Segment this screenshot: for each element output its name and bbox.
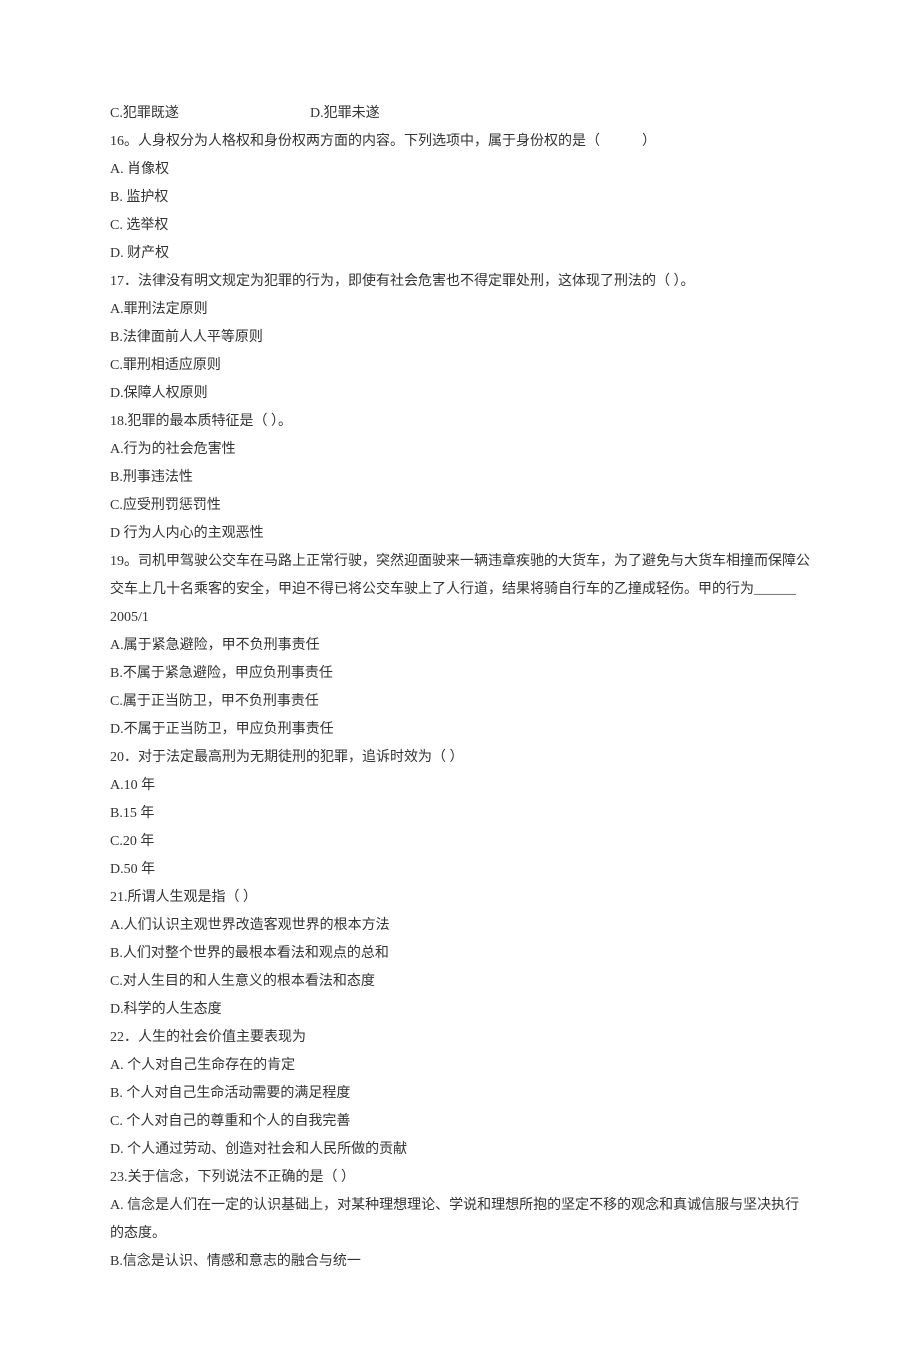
- q21-option-d: D.科学的人生态度: [110, 996, 810, 1024]
- q18-option-b: B.刑事违法性: [110, 464, 810, 492]
- q22-option-b: B. 个人对自己生命活动需要的满足程度: [110, 1080, 810, 1108]
- q21-option-c: C.对人生目的和人生意义的根本看法和态度: [110, 968, 810, 996]
- q16-option-a: A. 肖像权: [110, 156, 810, 184]
- q17-option-a: A.罪刑法定原则: [110, 296, 810, 324]
- q20-option-a: A.10 年: [110, 772, 810, 800]
- q16-stem: 16。人身权分为人格权和身份权两方面的内容。下列选项中，属于身份权的是（ ）: [110, 128, 810, 156]
- q18-option-d: D 行为人内心的主观恶性: [110, 520, 810, 548]
- q19-option-a: A.属于紧急避险，甲不负刑事责任: [110, 632, 810, 660]
- q23-option-b: B.信念是认识、情感和意志的融合与统一: [110, 1248, 810, 1276]
- q22-option-a: A. 个人对自己生命存在的肯定: [110, 1052, 810, 1080]
- q20-option-b: B.15 年: [110, 800, 810, 828]
- q17-stem: 17．法律没有明文规定为犯罪的行为，即使有社会危害也不得定罪处刑，这体现了刑法的…: [110, 268, 810, 296]
- q22-stem: 22．人生的社会价值主要表现为: [110, 1024, 810, 1052]
- q21-option-a: A.人们认识主观世界改造客观世界的根本方法: [110, 912, 810, 940]
- q19-stem: 19。司机甲驾驶公交车在马路上正常行驶，突然迎面驶来一辆违章疾驰的大货车，为了避…: [110, 548, 810, 632]
- q20-option-c: C.20 年: [110, 828, 810, 856]
- q22-option-c: C. 个人对自己的尊重和个人的自我完善: [110, 1108, 810, 1136]
- q20-stem: 20．对于法定最高刑为无期徒刑的犯罪，追诉时效为（ ）: [110, 744, 810, 772]
- q19-option-d: D.不属于正当防卫，甲应负刑事责任: [110, 716, 810, 744]
- q16-option-c: C. 选举权: [110, 212, 810, 240]
- q20-option-d: D.50 年: [110, 856, 810, 884]
- q19-option-b: B.不属于紧急避险，甲应负刑事责任: [110, 660, 810, 688]
- q15-options-cd: C.犯罪既遂 D.犯罪未遂: [110, 100, 810, 128]
- q17-option-c: C.罪刑相适应原则: [110, 352, 810, 380]
- q16-option-d: D. 财产权: [110, 240, 810, 268]
- q23-option-a: A. 信念是人们在一定的认识基础上，对某种理想理论、学说和理想所抱的坚定不移的观…: [110, 1192, 810, 1248]
- q15-option-c: C.犯罪既遂: [110, 100, 310, 128]
- q17-option-d: D.保障人权原则: [110, 380, 810, 408]
- q17-option-b: B.法律面前人人平等原则: [110, 324, 810, 352]
- q18-option-a: A.行为的社会危害性: [110, 436, 810, 464]
- q18-option-c: C.应受刑罚惩罚性: [110, 492, 810, 520]
- q15-option-d: D.犯罪未遂: [310, 100, 380, 128]
- q16-option-b: B. 监护权: [110, 184, 810, 212]
- q19-option-c: C.属于正当防卫，甲不负刑事责任: [110, 688, 810, 716]
- q23-stem: 23.关于信念，下列说法不正确的是（ ）: [110, 1164, 810, 1192]
- q22-option-d: D. 个人通过劳动、创造对社会和人民所做的贡献: [110, 1136, 810, 1164]
- q18-stem: 18.犯罪的最本质特征是（ ）。: [110, 408, 810, 436]
- q21-stem: 21.所谓人生观是指（ ）: [110, 884, 810, 912]
- q21-option-b: B.人们对整个世界的最根本看法和观点的总和: [110, 940, 810, 968]
